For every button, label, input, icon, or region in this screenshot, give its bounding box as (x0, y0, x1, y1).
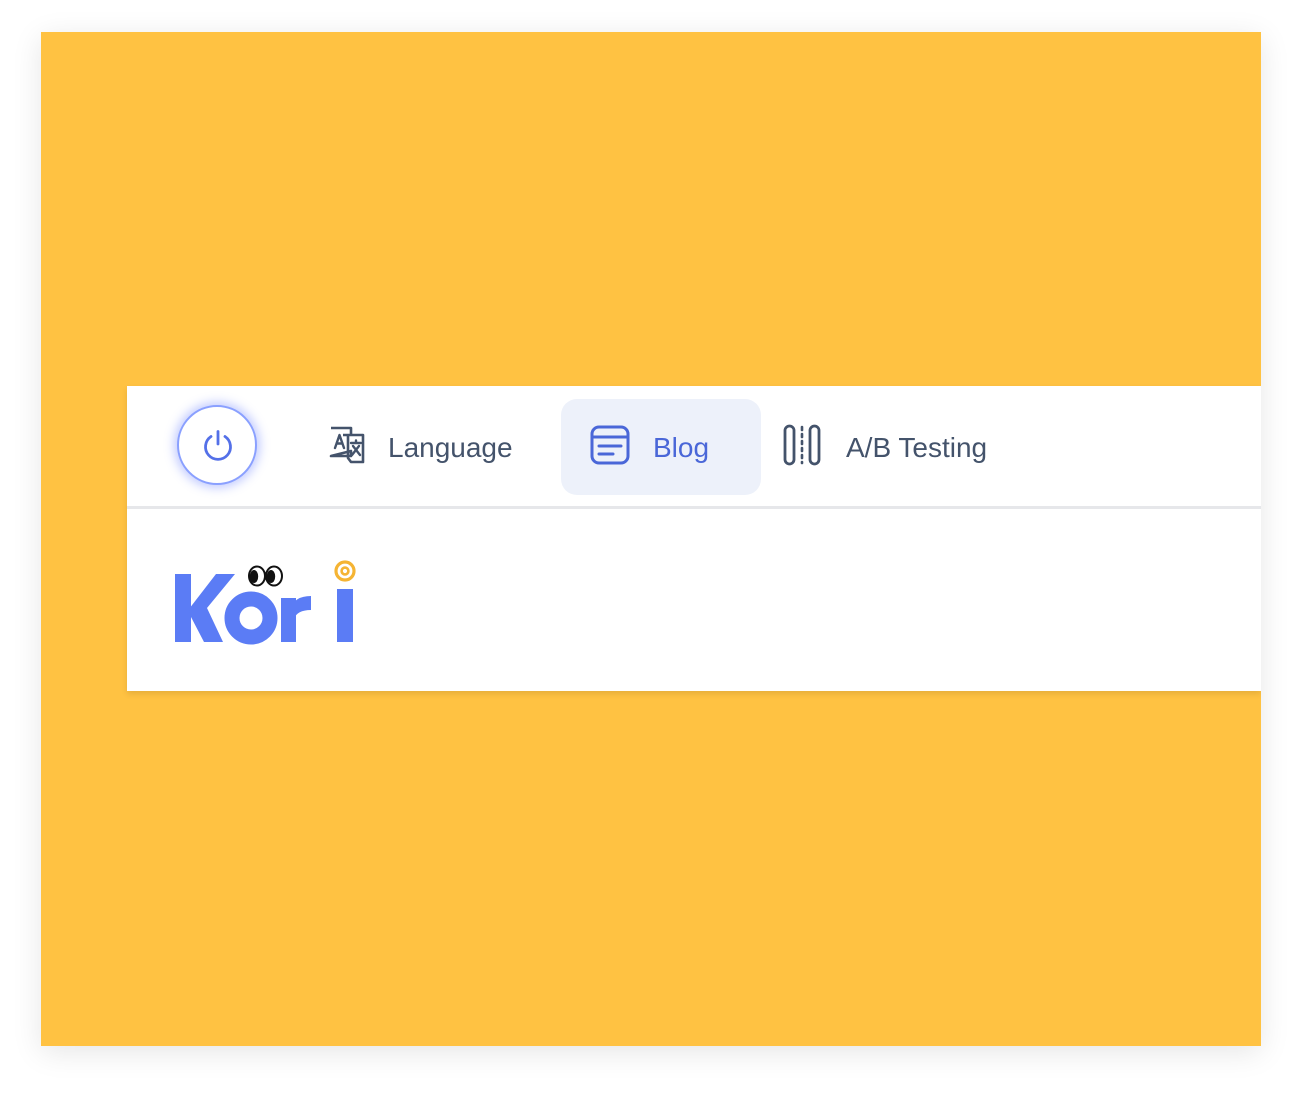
app-panel: Language Blog A/B Testing (127, 386, 1261, 691)
tab-language-label: Language (388, 432, 513, 463)
translate-icon (327, 425, 367, 470)
tab-language[interactable]: Language (315, 399, 537, 495)
kori-logo (173, 554, 363, 646)
tab-ab-testing[interactable]: A/B Testing (767, 399, 1023, 495)
power-button[interactable] (177, 405, 257, 485)
toolbar: Language Blog A/B Testing (127, 386, 1261, 509)
ab-testing-icon (783, 424, 821, 471)
document-lines-icon (589, 424, 631, 471)
tab-blog-label: Blog (653, 432, 710, 463)
power-icon (204, 430, 232, 461)
yellow-backdrop: Language Blog A/B Testing (41, 32, 1261, 1046)
tab-blog[interactable]: Blog (561, 399, 761, 495)
tab-ab-testing-label: A/B Testing (846, 432, 988, 463)
